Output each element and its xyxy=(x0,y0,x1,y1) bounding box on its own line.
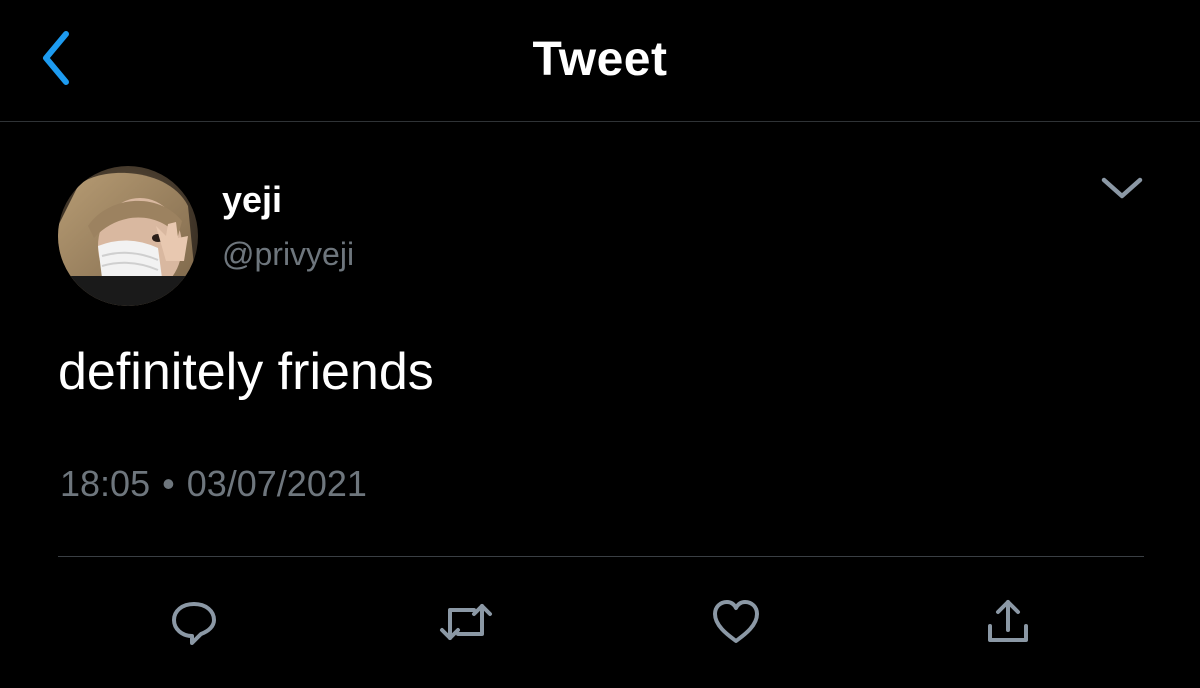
top-nav-bar: Tweet xyxy=(0,0,1200,122)
avatar-photo xyxy=(58,166,198,306)
tweet-timestamp[interactable]: 18:05 • 03/07/2021 xyxy=(60,462,367,506)
like-button[interactable] xyxy=(706,594,766,650)
author-handle[interactable]: @privyeji xyxy=(222,234,354,274)
retweet-icon xyxy=(440,604,492,640)
avatar[interactable] xyxy=(58,166,198,306)
tweet-time: 18:05 xyxy=(60,463,151,504)
retweet-button[interactable] xyxy=(436,594,496,650)
heart-icon xyxy=(713,600,759,643)
share-icon xyxy=(988,600,1028,642)
tweet-text: definitely friends xyxy=(58,343,434,401)
tweet-date: 03/07/2021 xyxy=(186,463,367,504)
page-title: Tweet xyxy=(532,33,668,86)
author-display-name[interactable]: yeji xyxy=(222,178,282,222)
share-button[interactable] xyxy=(978,594,1038,650)
separator-dot: • xyxy=(162,463,175,504)
reply-button[interactable] xyxy=(164,594,224,650)
more-options-button[interactable] xyxy=(1092,166,1152,210)
chevron-down-icon xyxy=(1101,177,1143,199)
tweet-detail-screen: Tweet yeji @privyeji definitely friends … xyxy=(0,0,1200,688)
reply-icon xyxy=(172,602,216,645)
divider xyxy=(58,556,1144,557)
